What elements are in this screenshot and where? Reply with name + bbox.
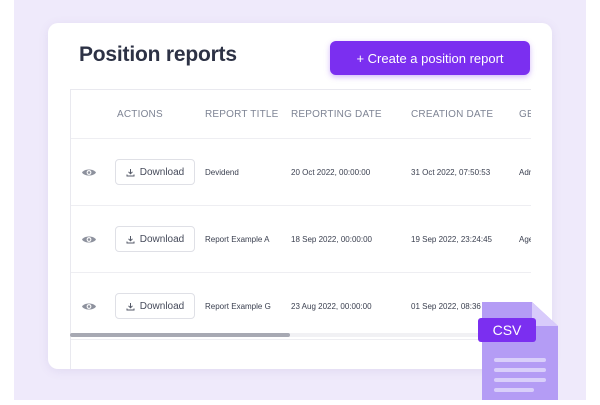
table-header-row: ACTIONS REPORT TITLE REPORTING DATE CREA…: [71, 90, 531, 139]
column-header-report-title[interactable]: REPORT TITLE: [205, 90, 291, 139]
column-header-view: [71, 90, 109, 139]
cell-creation-date: 19 Sep 2022, 23:24:45: [411, 205, 519, 273]
table-row: Download Report Example G 23 Aug 2022, 0…: [71, 272, 531, 340]
download-button[interactable]: Download: [115, 159, 195, 185]
download-button-label: Download: [139, 166, 185, 178]
cell-reporting-date: 20 Oct 2022, 00:00:00: [291, 138, 411, 206]
create-position-report-button[interactable]: + Create a position report: [330, 41, 530, 75]
download-icon: [126, 235, 135, 244]
column-header-reporting-date[interactable]: REPORTING DATE: [291, 90, 411, 139]
reports-table: ACTIONS REPORT TITLE REPORTING DATE CREA…: [71, 90, 531, 340]
column-header-ge[interactable]: GE: [519, 90, 531, 139]
download-icon: [126, 168, 135, 177]
csv-badge-label: CSV: [493, 322, 522, 338]
horizontal-scrollbar[interactable]: [70, 333, 530, 337]
csv-file-icon: CSV: [474, 298, 574, 400]
cell-reporting-date: 23 Aug 2022, 00:00:00: [291, 272, 411, 340]
eye-icon[interactable]: [71, 167, 107, 178]
eye-icon[interactable]: [71, 234, 107, 245]
cell-report-title: Report Example A: [205, 205, 291, 273]
cell-ge: Age: [519, 205, 531, 273]
column-header-actions[interactable]: ACTIONS: [109, 90, 205, 139]
download-button[interactable]: Download: [115, 226, 195, 252]
table-row: Download Devidend 20 Oct 2022, 00:00:00 …: [71, 138, 531, 206]
reports-table-container: ACTIONS REPORT TITLE REPORTING DATE CREA…: [70, 89, 531, 369]
scrollbar-thumb[interactable]: [70, 333, 290, 337]
page-title: Position reports: [79, 43, 237, 66]
table-row: Download Report Example A 18 Sep 2022, 0…: [71, 205, 531, 273]
cell-ge: Adm: [519, 138, 531, 206]
cell-reporting-date: 18 Sep 2022, 00:00:00: [291, 205, 411, 273]
download-button[interactable]: Download: [115, 293, 195, 319]
cell-report-title: Devidend: [205, 138, 291, 206]
download-button-label: Download: [139, 300, 185, 312]
cell-report-title: Report Example G: [205, 272, 291, 340]
download-button-label: Download: [139, 233, 185, 245]
column-header-creation-date[interactable]: CREATION DATE: [411, 90, 519, 139]
cell-creation-date: 31 Oct 2022, 07:50:53: [411, 138, 519, 206]
eye-icon[interactable]: [71, 301, 107, 312]
download-icon: [126, 302, 135, 311]
